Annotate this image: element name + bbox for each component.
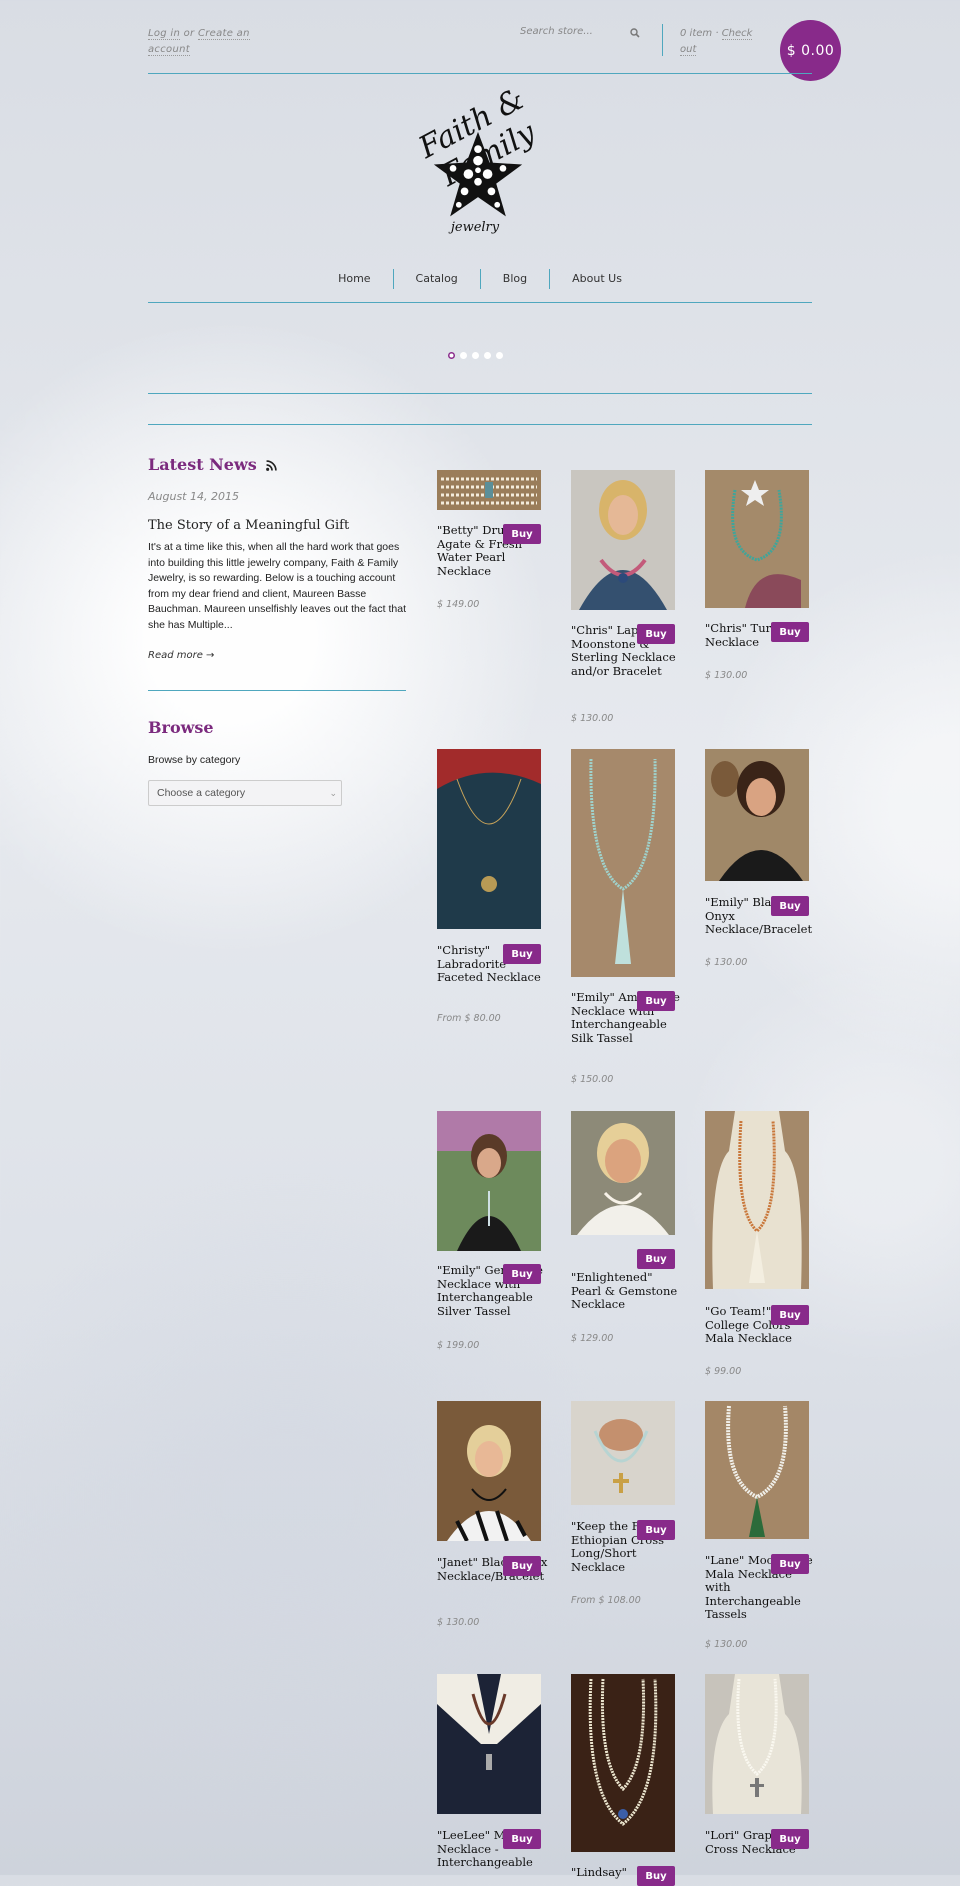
slideshow-dots [448, 352, 512, 359]
buy-button[interactable]: Buy [503, 1556, 541, 1576]
product-price: $ 199.00 [437, 1340, 480, 1351]
search-input[interactable]: Search store... [520, 26, 640, 37]
cart-items: 0 item [680, 28, 713, 39]
browse-heading: Browse [148, 718, 214, 737]
product-image[interactable] [437, 749, 541, 929]
header-rule [148, 73, 812, 74]
starfish-logo-icon [433, 131, 523, 217]
buy-button[interactable]: Buy [637, 1249, 675, 1269]
buy-button[interactable]: Buy [637, 991, 675, 1011]
buy-button[interactable]: Buy [637, 1520, 675, 1540]
buy-button[interactable]: Buy [503, 944, 541, 964]
product-image[interactable] [705, 470, 809, 608]
product-price: $ 130.00 [705, 670, 748, 681]
category-select-value: Choose a category [157, 787, 246, 799]
buy-button[interactable]: Buy [637, 624, 675, 644]
product-image[interactable] [705, 749, 809, 881]
sidebar-rule [148, 690, 406, 691]
category-select[interactable]: Choose a category ⌄ [148, 780, 342, 806]
slide-dot[interactable] [448, 352, 455, 359]
nav-catalog[interactable]: Catalog [392, 269, 480, 289]
product-image[interactable] [437, 1111, 541, 1251]
product-price: $ 130.00 [437, 1617, 480, 1628]
latest-news-heading: Latest News [148, 455, 278, 474]
post-excerpt: It's at a time like this, when all the h… [148, 541, 406, 631]
read-more-link[interactable]: Read more → [148, 650, 214, 661]
latest-news-title[interactable]: Latest News [148, 455, 257, 474]
product-price: $ 149.00 [437, 599, 480, 610]
account-links: Log in or Create an account [148, 26, 268, 58]
buy-button[interactable]: Buy [771, 1829, 809, 1849]
cart-sep: · [715, 28, 719, 39]
slideshow-rule-bottom [148, 424, 812, 425]
product-price: $ 150.00 [571, 1074, 614, 1085]
slide-dot[interactable] [496, 352, 503, 359]
buy-button[interactable]: Buy [771, 1554, 809, 1574]
product-image[interactable] [571, 1111, 675, 1235]
product-image[interactable] [437, 1401, 541, 1541]
login-link[interactable]: Log in [148, 28, 181, 40]
product-price: $ 130.00 [571, 713, 614, 724]
product-image[interactable] [705, 1111, 809, 1289]
product-image[interactable] [571, 470, 675, 610]
rss-icon[interactable] [266, 460, 278, 471]
product-image[interactable] [705, 1401, 809, 1539]
slideshow-rule-top [148, 393, 812, 394]
nav-blog[interactable]: Blog [479, 269, 549, 289]
product-image[interactable] [705, 1674, 809, 1814]
buy-button[interactable]: Buy [503, 1264, 541, 1284]
buy-button[interactable]: Buy [771, 1305, 809, 1325]
nav-about[interactable]: About Us [549, 269, 644, 289]
buy-button[interactable]: Buy [637, 1866, 675, 1886]
account-or: or [183, 28, 195, 39]
buy-button[interactable]: Buy [771, 896, 809, 916]
browse-label: Browse by category [148, 754, 241, 766]
product-image[interactable] [437, 470, 541, 510]
product-price: From $ 108.00 [571, 1595, 641, 1606]
cart-summary: 0 item · Check out [680, 26, 760, 58]
nav-home[interactable]: Home [316, 269, 392, 289]
product-price: $ 130.00 [705, 1639, 748, 1650]
logo-subtitle: jewelry [450, 220, 500, 235]
product-price: $ 99.00 [705, 1366, 742, 1377]
product-price: $ 130.00 [705, 957, 748, 968]
product-title[interactable]: "Enlightened" Pearl & Gemstone Necklace [571, 1270, 683, 1312]
slide-dot[interactable] [460, 352, 467, 359]
product-image[interactable] [571, 749, 675, 977]
product-image[interactable] [571, 1674, 675, 1852]
post-date: August 14, 2015 [148, 490, 239, 503]
post-title[interactable]: The Story of a Meaningful Gift [148, 518, 404, 533]
buy-button[interactable]: Buy [503, 1829, 541, 1849]
buy-button[interactable]: Buy [503, 524, 541, 544]
product-price: $ 129.00 [571, 1333, 614, 1344]
chevron-down-icon: ⌄ [329, 788, 337, 798]
product-price: From $ 80.00 [437, 1013, 501, 1024]
header-divider [662, 24, 663, 56]
cart-total-badge[interactable]: $ 0.00 [780, 20, 841, 81]
search-icon[interactable] [630, 28, 640, 38]
product-image[interactable] [571, 1401, 675, 1505]
buy-button[interactable]: Buy [771, 622, 809, 642]
slide-dot[interactable] [484, 352, 491, 359]
main-nav: Home Catalog Blog About Us [148, 268, 812, 290]
nav-rule [148, 302, 812, 303]
slide-dot[interactable] [472, 352, 479, 359]
product-image[interactable] [437, 1674, 541, 1814]
